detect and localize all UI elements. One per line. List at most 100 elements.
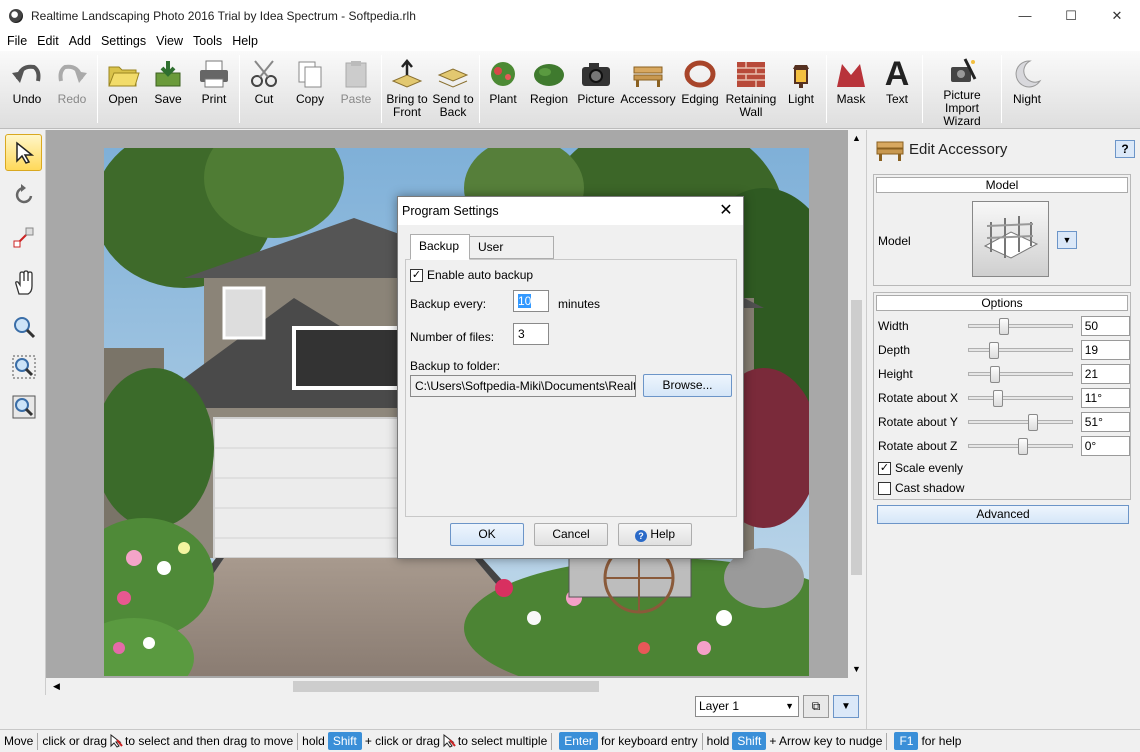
model-dropdown-button[interactable]: ▼ <box>1057 231 1077 249</box>
zoom-fit-tool[interactable] <box>5 388 42 425</box>
menu-tools[interactable]: Tools <box>188 34 227 48</box>
depth-row: Depth 19 <box>878 339 1130 361</box>
height-input[interactable]: 21 <box>1080 364 1130 384</box>
menu-settings[interactable]: Settings <box>96 34 151 48</box>
width-label: Width <box>878 319 909 333</box>
rotate-tool[interactable] <box>5 176 42 213</box>
rotate-x-slider[interactable] <box>968 390 1073 407</box>
slider-thumb[interactable] <box>993 390 1004 407</box>
depth-input[interactable]: 19 <box>1080 340 1130 360</box>
menu-view[interactable]: View <box>151 34 188 48</box>
model-thumbnail[interactable] <box>972 201 1049 277</box>
picture-import-wizard-button[interactable]: Picture Import Wizard <box>926 57 998 128</box>
save-button[interactable]: Save <box>147 57 189 127</box>
rotate-y-input[interactable]: 51° <box>1080 412 1130 432</box>
scale-evenly-row[interactable]: ✓ Scale evenly <box>878 457 1130 479</box>
menu-edit[interactable]: Edit <box>32 34 64 48</box>
slider-thumb[interactable] <box>989 366 1000 383</box>
picture-button[interactable]: Picture <box>573 57 619 127</box>
paste-button[interactable]: Paste <box>335 57 377 127</box>
text-button[interactable]: A Text <box>876 57 918 127</box>
layer-menu-button[interactable]: ▼ <box>833 695 859 718</box>
send-to-back-button[interactable]: Send to Back <box>430 57 476 127</box>
rotate-z-slider[interactable] <box>968 438 1073 455</box>
height-slider[interactable] <box>968 366 1073 383</box>
help-button[interactable]: ? Help <box>618 523 692 546</box>
chevron-down-icon: ▼ <box>1062 235 1072 245</box>
rotate-z-input[interactable]: 0° <box>1080 436 1130 456</box>
cast-shadow-checkbox[interactable] <box>878 481 891 495</box>
folder-icon <box>106 57 140 91</box>
zoom-region-tool[interactable] <box>5 348 42 385</box>
advanced-button[interactable]: Advanced <box>877 505 1129 524</box>
depth-slider[interactable] <box>968 342 1073 359</box>
layers-button[interactable]: ⧉ <box>803 695 829 718</box>
num-files-input[interactable]: 3 <box>513 323 549 345</box>
accessory-button[interactable]: Accessory <box>620 57 676 127</box>
canvas-horizontal-scrollbar[interactable]: ◀ <box>46 678 848 695</box>
backup-interval-input[interactable]: 10 <box>513 290 549 312</box>
cancel-button[interactable]: Cancel <box>534 523 608 546</box>
width-input[interactable]: 50 <box>1080 316 1130 336</box>
backup-folder-input[interactable]: C:\Users\Softpedia-Miki\Documents\Realti… <box>410 375 636 397</box>
minimize-button[interactable]: — <box>1002 0 1048 31</box>
model-group: Model Model ▼ <box>873 174 1131 286</box>
zoom-fit-icon <box>12 395 35 418</box>
scroll-up-icon[interactable]: ▲ <box>851 130 862 147</box>
ok-button[interactable]: OK <box>450 523 524 546</box>
cast-shadow-label: Cast shadow <box>895 481 965 495</box>
maximize-button[interactable]: ☐ <box>1048 0 1094 31</box>
plant-button[interactable]: Plant <box>482 57 524 127</box>
zoom-in-tool[interactable] <box>5 308 42 345</box>
resize-tool[interactable] <box>5 218 42 255</box>
scale-evenly-checkbox[interactable]: ✓ <box>878 461 891 475</box>
status-text: hold <box>706 734 730 748</box>
slider-thumb[interactable] <box>988 342 999 359</box>
undo-icon <box>10 57 44 91</box>
region-button[interactable]: Region <box>527 57 571 127</box>
layer-select[interactable]: Layer 1 ▼ <box>695 696 799 717</box>
edging-button[interactable]: Edging <box>678 57 722 127</box>
print-button[interactable]: Print <box>193 57 235 127</box>
bring-to-front-button[interactable]: Bring to Front <box>384 57 430 127</box>
horizontal-scroll-thumb[interactable] <box>293 681 599 692</box>
dialog-close-icon[interactable]: ✕ <box>715 201 737 221</box>
enable-backup-row[interactable]: ✓ Enable auto backup <box>410 268 533 282</box>
tab-backup[interactable]: Backup <box>410 234 470 260</box>
copy-button[interactable]: Copy <box>289 57 331 127</box>
tab-user-interface[interactable]: User Interface <box>469 236 554 274</box>
slider-thumb[interactable] <box>1028 414 1039 431</box>
status-text: to select multiple <box>457 734 548 748</box>
menu-help[interactable]: Help <box>227 34 263 48</box>
redo-button[interactable]: Redo <box>50 57 94 127</box>
slider-thumb[interactable] <box>1018 438 1029 455</box>
menu-file[interactable]: File <box>2 34 32 48</box>
pan-tool[interactable] <box>5 264 42 301</box>
dialog-title: Program Settings <box>402 204 499 218</box>
rotate-x-input[interactable]: 11° <box>1080 388 1130 408</box>
key-badge-shift: Shift <box>327 732 362 750</box>
zoom-region-icon <box>12 355 35 378</box>
slider-thumb[interactable] <box>999 318 1010 335</box>
panel-help-button[interactable]: ? <box>1115 140 1135 158</box>
rotate-y-slider[interactable] <box>968 414 1073 431</box>
vertical-scroll-thumb[interactable] <box>851 300 862 575</box>
browse-button[interactable]: Browse... <box>643 374 732 397</box>
mask-button[interactable]: Mask <box>830 57 872 127</box>
open-button[interactable]: Open <box>102 57 144 127</box>
cut-button[interactable]: Cut <box>243 57 285 127</box>
select-tool[interactable] <box>5 134 42 171</box>
cast-shadow-row[interactable]: Cast shadow <box>878 477 1130 499</box>
night-button[interactable]: Night <box>1006 57 1048 127</box>
enable-backup-checkbox[interactable]: ✓ <box>410 268 423 282</box>
canvas-vertical-scrollbar[interactable]: ▲ ▼ <box>848 130 865 678</box>
light-button[interactable]: Light <box>780 57 822 127</box>
scroll-left-icon[interactable]: ◀ <box>48 678 65 695</box>
retaining-wall-button[interactable]: Retaining Wall <box>725 57 777 127</box>
scroll-down-icon[interactable]: ▼ <box>851 661 862 678</box>
width-slider[interactable] <box>968 318 1073 335</box>
undo-button[interactable]: Undo <box>6 57 48 127</box>
redo-icon <box>55 57 89 91</box>
close-button[interactable]: ✕ <box>1094 0 1140 31</box>
menu-add[interactable]: Add <box>64 34 96 48</box>
